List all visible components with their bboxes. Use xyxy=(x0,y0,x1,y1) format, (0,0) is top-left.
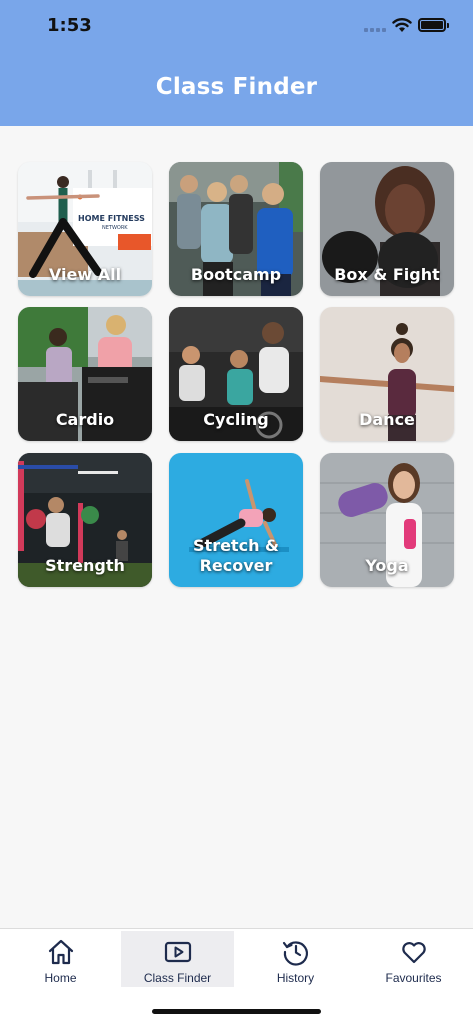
tab-label: History xyxy=(276,971,315,985)
category-tile-strength[interactable]: Strength xyxy=(18,453,152,587)
category-tile-dance[interactable]: Dance xyxy=(320,307,454,441)
category-label: Bootcamp xyxy=(190,265,282,284)
category-label: Dance xyxy=(359,410,415,429)
home-fitness-logo-text: HOME FITNESS xyxy=(78,214,145,223)
category-tile-cardio[interactable]: Cardio xyxy=(18,307,152,441)
battery-icon xyxy=(418,18,449,32)
category-tile-box-fight[interactable]: Box & Fight xyxy=(320,162,454,296)
tab-label: Home xyxy=(44,971,77,985)
category-tile-cycling[interactable]: Cycling xyxy=(169,307,303,441)
tab-label: Class Finder xyxy=(143,971,212,985)
tab-history[interactable]: History xyxy=(239,931,352,987)
tab-home[interactable]: Home xyxy=(4,931,117,987)
page-title: Class Finder xyxy=(155,74,318,100)
tab-favourites[interactable]: Favourites xyxy=(357,931,470,987)
video-play-icon xyxy=(164,941,191,963)
app-header: 1:53 Class Finder xyxy=(0,0,473,126)
home-indicator xyxy=(152,1009,321,1014)
tab-label: Favourites xyxy=(385,971,442,985)
status-bar: 1:53 xyxy=(0,0,473,52)
category-label: Yoga xyxy=(365,556,409,575)
tab-class-finder[interactable]: Class Finder xyxy=(121,931,234,987)
category-tile-bootcamp[interactable]: Bootcamp xyxy=(169,162,303,296)
home-fitness-logo-subtext: NETWORK xyxy=(102,225,128,231)
heart-icon xyxy=(401,942,426,964)
category-label: Box & Fight xyxy=(334,265,440,284)
wifi-icon xyxy=(392,18,412,32)
category-label: Stretch & Recover xyxy=(193,536,279,575)
category-label: View All xyxy=(48,265,122,284)
category-tile-stretch-recover[interactable]: Stretch & Recover xyxy=(169,453,303,587)
home-icon xyxy=(48,939,73,965)
category-tile-yoga[interactable]: Yoga xyxy=(320,453,454,587)
history-icon xyxy=(282,941,308,966)
cellular-icon xyxy=(364,28,386,32)
status-time: 1:53 xyxy=(47,15,92,36)
category-label: Strength xyxy=(45,556,125,575)
category-label: Cardio xyxy=(55,410,115,429)
category-tile-view-all[interactable]: HOME FITNESS NETWORK View All xyxy=(18,162,152,296)
category-label: Cycling xyxy=(203,410,269,429)
